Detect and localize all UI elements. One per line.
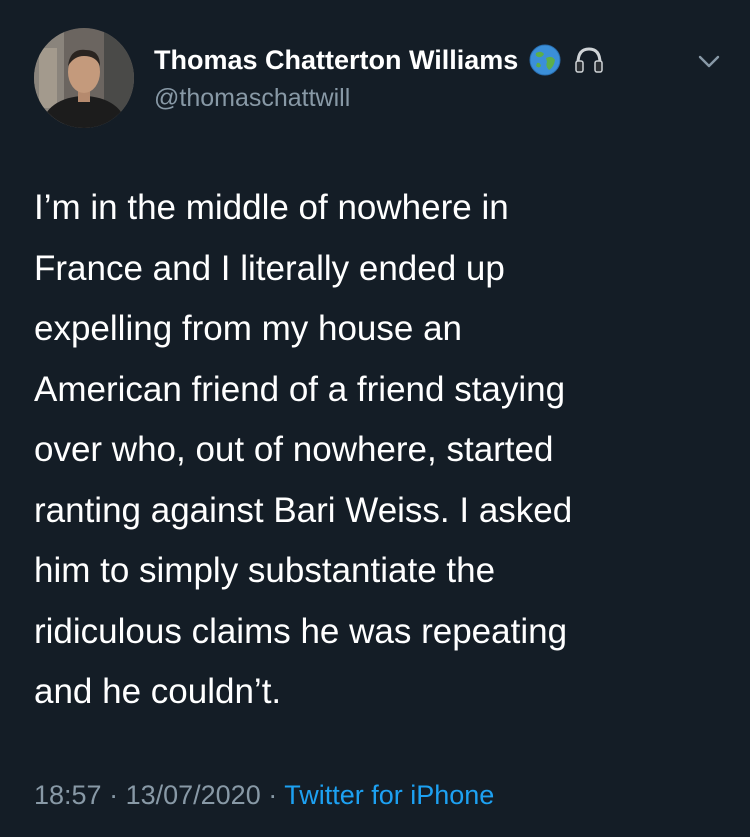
tweet-time: 18:57 xyxy=(34,780,102,810)
avatar[interactable] xyxy=(34,28,134,128)
meta-separator: · xyxy=(260,780,285,810)
handle[interactable]: @thomaschattwill xyxy=(154,84,350,113)
tweet-header: Thomas Chatterton Williams @thomaschattw… xyxy=(34,28,724,132)
tweet-source-link[interactable]: Twitter for iPhone xyxy=(284,780,494,810)
chevron-down-icon[interactable] xyxy=(694,46,724,76)
headphones-icon xyxy=(572,43,606,77)
name-row: Thomas Chatterton Williams xyxy=(154,42,606,78)
tweet-date: 13/07/2020 xyxy=(125,780,261,810)
display-name[interactable]: Thomas Chatterton Williams xyxy=(154,45,518,76)
tweet-text: I’m in the middle of nowhere in France a… xyxy=(34,188,573,711)
meta-separator: · xyxy=(101,780,126,810)
tweet-meta: 18:57 · 13/07/2020 · Twitter for iPhone xyxy=(34,780,494,811)
globe-icon xyxy=(528,43,562,77)
tweet-card: Thomas Chatterton Williams @thomaschattw… xyxy=(0,0,750,837)
